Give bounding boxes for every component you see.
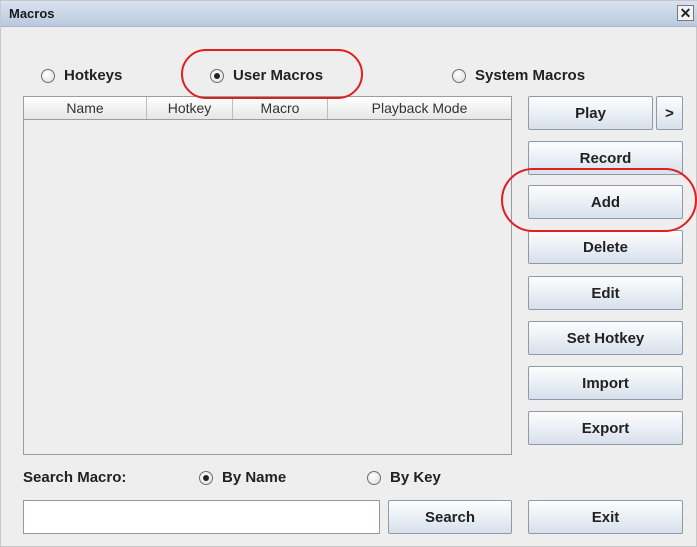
close-icon: ✕ xyxy=(679,5,692,21)
radio-system-macros[interactable]: System Macros xyxy=(452,67,585,84)
set-hotkey-button[interactable]: Set Hotkey xyxy=(528,321,683,355)
search-input[interactable] xyxy=(23,500,380,534)
radio-by-name[interactable]: By Name xyxy=(199,469,286,486)
radio-by-key-indicator[interactable] xyxy=(367,470,381,485)
play-options-button[interactable]: > xyxy=(656,96,683,130)
play-button[interactable]: Play xyxy=(528,96,653,130)
export-button[interactable]: Export xyxy=(528,411,683,445)
radio-hotkeys-label: Hotkeys xyxy=(64,67,123,84)
title-bar: Macros ✕ xyxy=(1,1,697,27)
edit-button[interactable]: Edit xyxy=(528,276,683,310)
import-button[interactable]: Import xyxy=(528,366,683,400)
radio-by-key-label: By Key xyxy=(390,469,441,486)
table-header: Name Hotkey Macro Playback Mode xyxy=(24,97,511,120)
search-macro-label: Search Macro: xyxy=(23,469,127,486)
radio-by-name-label: By Name xyxy=(222,469,287,486)
radio-by-key[interactable]: By Key xyxy=(367,469,441,486)
radio-system-macros-label: System Macros xyxy=(475,67,586,84)
macros-dialog: Macros ✕ Hotkeys User Macros System Macr… xyxy=(0,0,697,547)
macro-table[interactable]: Name Hotkey Macro Playback Mode xyxy=(23,96,512,455)
annotation-circle-add xyxy=(501,168,697,232)
window-title: Macros xyxy=(9,6,55,21)
close-button[interactable]: ✕ xyxy=(677,5,694,21)
radio-system-macros-indicator[interactable] xyxy=(452,68,466,83)
column-header-macro[interactable]: Macro xyxy=(233,97,328,119)
radio-hotkeys-indicator[interactable] xyxy=(41,68,55,83)
column-header-name[interactable]: Name xyxy=(24,97,147,119)
delete-button[interactable]: Delete xyxy=(528,230,683,264)
column-header-hotkey[interactable]: Hotkey xyxy=(147,97,233,119)
exit-button[interactable]: Exit xyxy=(528,500,683,534)
search-button[interactable]: Search xyxy=(388,500,512,534)
radio-by-name-indicator[interactable] xyxy=(199,470,213,485)
annotation-circle-user-macros xyxy=(181,49,363,99)
radio-hotkeys[interactable]: Hotkeys xyxy=(41,67,122,84)
column-header-playback-mode[interactable]: Playback Mode xyxy=(328,97,511,119)
